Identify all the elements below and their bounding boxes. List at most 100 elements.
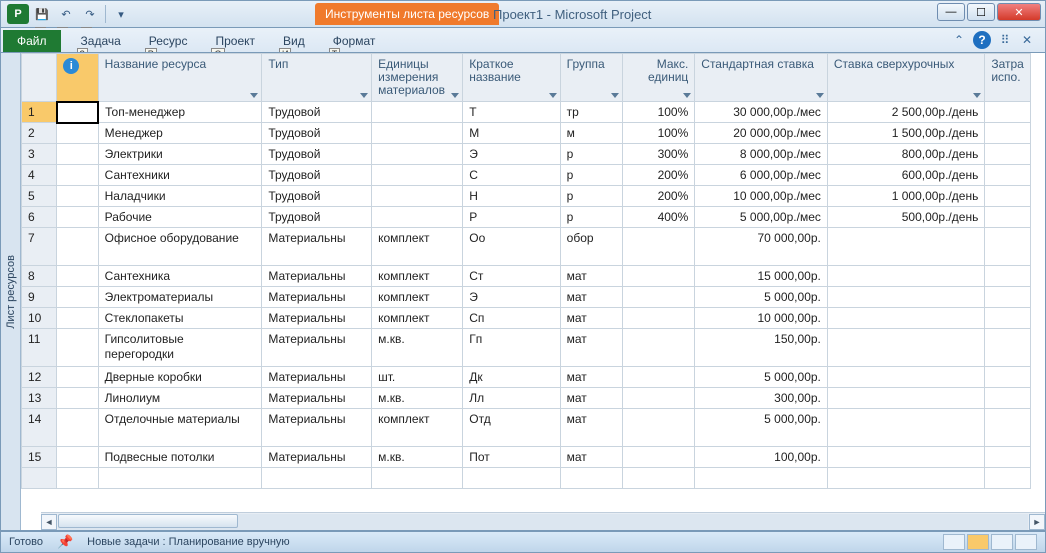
row-number[interactable]: 3	[22, 144, 57, 165]
cell-unit[interactable]: комплект	[372, 228, 463, 266]
cell-type[interactable]: Трудовой	[262, 165, 372, 186]
cell-max[interactable]	[622, 367, 695, 388]
cell-name[interactable]: Сантехника	[98, 266, 262, 287]
cell-group[interactable]: обор	[560, 228, 622, 266]
cell-unit[interactable]	[372, 207, 463, 228]
window-options-icon[interactable]: ⠿	[997, 32, 1013, 48]
ribbon-tab[interactable]: ЗадачаЗ	[67, 30, 135, 52]
cell-over[interactable]	[827, 388, 984, 409]
cell-type[interactable]: Трудовой	[262, 186, 372, 207]
row-number[interactable]: 10	[22, 308, 57, 329]
table-row[interactable]: 4СантехникиТрудовойСр200%6 000,00р./мес6…	[22, 165, 1031, 186]
help-icon[interactable]: ?	[973, 31, 991, 49]
cell-short[interactable]: Дк	[463, 367, 560, 388]
cell-unit[interactable]: комплект	[372, 308, 463, 329]
ribbon-tab[interactable]: ФорматТ	[319, 30, 390, 52]
cell-rate[interactable]: 300,00р.	[695, 388, 828, 409]
cell-last[interactable]	[985, 207, 1031, 228]
cell-type[interactable]: Материальны	[262, 367, 372, 388]
table-row[interactable]: 9ЭлектроматериалыМатериальныкомплектЭмат…	[22, 287, 1031, 308]
cell-max[interactable]	[622, 266, 695, 287]
row-number[interactable]: 2	[22, 123, 57, 144]
cell-group[interactable]: мат	[560, 266, 622, 287]
cell-type[interactable]: Материальны	[262, 228, 372, 266]
cell-over[interactable]: 2 500,00р./день	[827, 102, 984, 123]
cell-indicator[interactable]	[57, 388, 98, 409]
horizontal-scrollbar[interactable]: ◄ ►	[41, 512, 1045, 530]
row-number[interactable]: 5	[22, 186, 57, 207]
cell-indicator[interactable]	[57, 266, 98, 287]
row-number[interactable]: 12	[22, 367, 57, 388]
select-all-corner[interactable]	[22, 54, 57, 102]
cell-short[interactable]: Н	[463, 186, 560, 207]
cell-unit[interactable]: м.кв.	[372, 388, 463, 409]
cell-last[interactable]	[985, 165, 1031, 186]
cell-unit[interactable]	[372, 186, 463, 207]
view-usage-icon[interactable]	[991, 534, 1013, 550]
cell-unit[interactable]	[372, 102, 463, 123]
cell-group[interactable]: мат	[560, 367, 622, 388]
cell-last[interactable]	[985, 367, 1031, 388]
dropdown-icon[interactable]	[250, 93, 258, 98]
col-max[interactable]: Макс. единиц	[622, 54, 695, 102]
cell-rate[interactable]: 5 000,00р.	[695, 287, 828, 308]
qat-undo-icon[interactable]: ↶	[55, 4, 77, 24]
table-row[interactable]: 15Подвесные потолкиМатериальным.кв.Потма…	[22, 447, 1031, 468]
cell-last[interactable]	[985, 287, 1031, 308]
cell-unit[interactable]: м.кв.	[372, 329, 463, 367]
cell-max[interactable]	[622, 308, 695, 329]
cell-name[interactable]: Электрики	[98, 144, 262, 165]
cell-indicator[interactable]	[57, 287, 98, 308]
scroll-right-icon[interactable]: ►	[1029, 514, 1045, 530]
cell-indicator[interactable]	[57, 308, 98, 329]
cell-last[interactable]	[985, 329, 1031, 367]
cell-group[interactable]: р	[560, 207, 622, 228]
cell-rate[interactable]: 10 000,00р.	[695, 308, 828, 329]
cell-group[interactable]: мат	[560, 388, 622, 409]
ribbon-minimize-icon[interactable]: ⌃	[951, 32, 967, 48]
cell-max[interactable]	[622, 409, 695, 447]
table-row[interactable]: 1Топ-менеджерТрудовойТтр100%30 000,00р./…	[22, 102, 1031, 123]
col-rate[interactable]: Стандартная ставка	[695, 54, 828, 102]
cell-short[interactable]: С	[463, 165, 560, 186]
cell-short[interactable]: Пот	[463, 447, 560, 468]
table-row[interactable]: 2МенеджерТрудовойМм100%20 000,00р./мес1 …	[22, 123, 1031, 144]
cell-name[interactable]: Менеджер	[98, 123, 262, 144]
cell-indicator[interactable]	[57, 228, 98, 266]
cell-over[interactable]	[827, 308, 984, 329]
dropdown-icon[interactable]	[973, 93, 981, 98]
view-network-icon[interactable]	[1015, 534, 1037, 550]
cell-type[interactable]: Материальны	[262, 409, 372, 447]
cell-indicator[interactable]	[57, 165, 98, 186]
cell-rate[interactable]: 5 000,00р.	[695, 367, 828, 388]
cell-group[interactable]: мат	[560, 409, 622, 447]
cell-over[interactable]: 1 500,00р./день	[827, 123, 984, 144]
cell-short[interactable]: Отд	[463, 409, 560, 447]
file-tab[interactable]: Файл	[3, 30, 61, 52]
cell-rate[interactable]: 6 000,00р./мес	[695, 165, 828, 186]
cell-name[interactable]: Наладчики	[98, 186, 262, 207]
cell-indicator[interactable]	[57, 123, 98, 144]
cell-last[interactable]	[985, 308, 1031, 329]
cell-short[interactable]: М	[463, 123, 560, 144]
cell-name[interactable]: Линолиум	[98, 388, 262, 409]
cell-rate[interactable]: 5 000,00р./мес	[695, 207, 828, 228]
col-name[interactable]: Название ресурса	[98, 54, 262, 102]
table-row[interactable]: 5НаладчикиТрудовойНр200%10 000,00р./мес1…	[22, 186, 1031, 207]
app-icon[interactable]: P	[7, 4, 29, 24]
cell-rate[interactable]: 5 000,00р.	[695, 409, 828, 447]
cell-name[interactable]: Дверные коробки	[98, 367, 262, 388]
col-over[interactable]: Ставка сверхурочных	[827, 54, 984, 102]
cell-over[interactable]: 500,00р./день	[827, 207, 984, 228]
cell-over[interactable]	[827, 367, 984, 388]
cell-type[interactable]: Материальны	[262, 266, 372, 287]
cell-group[interactable]: мат	[560, 287, 622, 308]
cell-over[interactable]	[827, 329, 984, 367]
cell-rate[interactable]: 15 000,00р.	[695, 266, 828, 287]
scroll-track[interactable]	[58, 514, 1028, 530]
cell-unit[interactable]	[372, 123, 463, 144]
cell-max[interactable]: 400%	[622, 207, 695, 228]
cell-over[interactable]: 1 000,00р./день	[827, 186, 984, 207]
cell-unit[interactable]: комплект	[372, 266, 463, 287]
view-sidebar[interactable]: Лист ресурсов	[1, 53, 21, 530]
